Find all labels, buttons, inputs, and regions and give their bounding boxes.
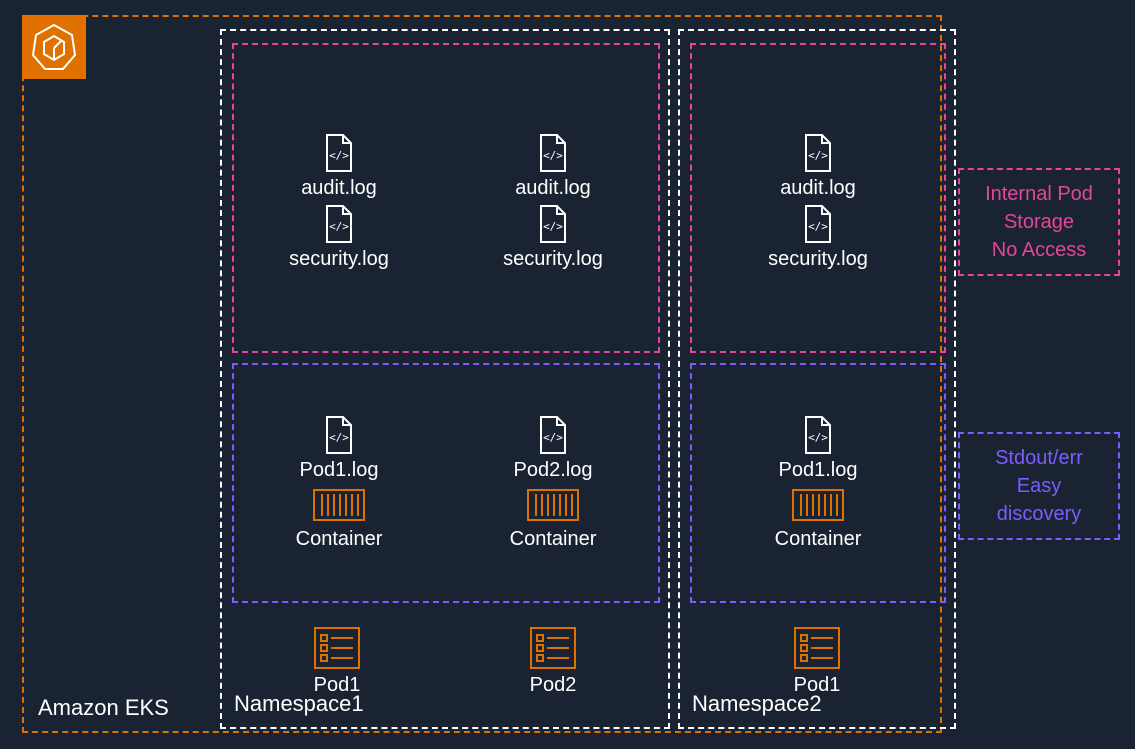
ns2-stdout-region: Pod1.log Container — [690, 363, 946, 603]
legend-line: Storage — [976, 208, 1102, 236]
container-item: Container — [510, 486, 597, 551]
pod-item: Pod2 — [529, 626, 577, 697]
file-label: Pod2.log — [514, 459, 593, 482]
container-label: Container — [296, 528, 383, 551]
code-file-icon — [321, 204, 357, 244]
ns1-stdout-col2: Pod2.log Container — [448, 365, 658, 601]
ns1-internal-col2: audit.log security.log — [448, 45, 658, 351]
container-label: Container — [510, 528, 597, 551]
file-label: security.log — [503, 248, 603, 271]
container-item: Container — [296, 486, 383, 551]
legend-line: No Access — [976, 236, 1102, 264]
container-item: Container — [775, 486, 862, 551]
code-file-icon — [321, 415, 357, 455]
pod-icon — [793, 626, 841, 670]
legend-line: Internal Pod — [976, 180, 1102, 208]
ns1-pod2: Pod2 — [448, 611, 658, 711]
legend-line: Stdout/err — [976, 444, 1102, 472]
file-item: Pod2.log — [514, 415, 593, 482]
file-item: security.log — [768, 204, 868, 271]
container-label: Container — [775, 528, 862, 551]
file-item: audit.log — [780, 133, 856, 200]
pod-icon — [529, 626, 577, 670]
ns2-internal-col1: audit.log security.log — [692, 45, 944, 351]
file-item: Pod1.log — [300, 415, 379, 482]
namespace2-region: Namespace2 audit.log security.log Pod1.l… — [678, 29, 956, 729]
code-file-icon — [535, 415, 571, 455]
pod-label: Pod1 — [794, 674, 841, 697]
file-label: audit.log — [780, 177, 856, 200]
ns1-internal-col1: audit.log security.log — [234, 45, 444, 351]
ns2-stdout-col1: Pod1.log Container — [692, 365, 944, 601]
pod-item: Pod1 — [313, 626, 361, 697]
file-label: audit.log — [515, 177, 591, 200]
file-item: Pod1.log — [779, 415, 858, 482]
code-file-icon — [535, 133, 571, 173]
file-label: security.log — [768, 248, 868, 271]
ns1-pod1: Pod1 — [232, 611, 442, 711]
code-file-icon — [535, 204, 571, 244]
container-icon — [312, 486, 366, 524]
file-item: security.log — [289, 204, 389, 271]
legend-internal-storage: Internal Pod Storage No Access — [958, 168, 1120, 276]
eks-label: Amazon EKS — [38, 695, 169, 721]
container-icon — [791, 486, 845, 524]
file-item: security.log — [503, 204, 603, 271]
pod-label: Pod1 — [314, 674, 361, 697]
code-file-icon — [800, 133, 836, 173]
namespace1-region: Namespace1 audit.log security.log audit.… — [220, 29, 670, 729]
file-label: Pod1.log — [779, 459, 858, 482]
container-icon — [526, 486, 580, 524]
code-file-icon — [800, 204, 836, 244]
eks-service-icon — [22, 15, 86, 79]
ns1-internal-storage: audit.log security.log audit.log securit… — [232, 43, 660, 353]
file-item: audit.log — [515, 133, 591, 200]
ns1-stdout-col1: Pod1.log Container — [234, 365, 444, 601]
file-item: audit.log — [301, 133, 377, 200]
legend-line: Easy discovery — [976, 472, 1102, 528]
pod-item: Pod1 — [793, 626, 841, 697]
ns1-stdout-region: Pod1.log Container Pod2.log Container — [232, 363, 660, 603]
ns2-pod-row: Pod1 — [690, 611, 944, 711]
amazon-eks-region: Amazon EKS Namespace1 audit.log security… — [22, 15, 942, 733]
file-label: Pod1.log — [300, 459, 379, 482]
ns1-pod-row: Pod1 Pod2 — [232, 611, 658, 711]
ns2-pod1: Pod1 — [690, 611, 944, 711]
file-label: security.log — [289, 248, 389, 271]
code-file-icon — [321, 133, 357, 173]
pod-label: Pod2 — [530, 674, 577, 697]
code-file-icon — [800, 415, 836, 455]
file-label: audit.log — [301, 177, 377, 200]
ns2-internal-storage: audit.log security.log — [690, 43, 946, 353]
pod-icon — [313, 626, 361, 670]
legend-stdout: Stdout/err Easy discovery — [958, 432, 1120, 540]
